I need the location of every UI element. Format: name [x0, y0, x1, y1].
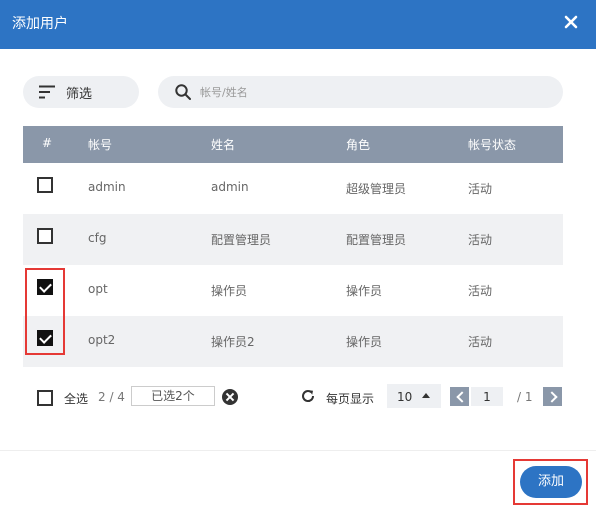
account-cell: cfg: [88, 231, 107, 245]
table-row[interactable]: opt2 操作员2 操作员 活动: [23, 316, 563, 367]
name-cell: admin: [211, 180, 249, 194]
column-header-name[interactable]: 姓名: [211, 136, 235, 153]
account-cell: opt: [88, 282, 108, 296]
column-header-index: #: [42, 136, 53, 150]
row-checkbox[interactable]: [37, 177, 53, 193]
table-row[interactable]: cfg 配置管理员 配置管理员 活动: [23, 214, 563, 265]
table-row[interactable]: opt 操作员 操作员 活动: [23, 265, 563, 316]
status-cell: 活动: [468, 182, 493, 196]
status-cell: 活动: [468, 233, 493, 247]
table-header: # 帐号 姓名 角色 帐号状态: [23, 126, 563, 163]
select-all-label[interactable]: 全选: [64, 390, 88, 407]
page-size-select[interactable]: 10: [387, 384, 441, 408]
name-cell: 操作员: [211, 284, 248, 298]
filter-button[interactable]: 筛选: [23, 76, 139, 108]
add-button[interactable]: 添加: [520, 466, 582, 498]
filter-icon: [39, 85, 55, 99]
selection-highlight-box: [25, 268, 65, 355]
search-input[interactable]: [200, 82, 540, 102]
total-pages: / 1: [517, 390, 533, 404]
role-cell: 操作员: [346, 284, 383, 298]
clear-selection-icon[interactable]: [222, 389, 238, 405]
status-cell: 活动: [468, 335, 493, 349]
search-box[interactable]: [158, 76, 563, 108]
prev-page-button[interactable]: [450, 387, 469, 406]
footer-divider: [0, 450, 596, 451]
pagination-bar: 全选 2 / 4 已选2个 每页显示 10 / 1: [0, 384, 596, 410]
search-icon: [175, 84, 191, 100]
page-number-input[interactable]: [471, 387, 503, 406]
name-cell: 配置管理员: [211, 233, 272, 247]
table-row[interactable]: admin admin 超级管理员 活动: [23, 163, 563, 214]
name-cell: 操作员2: [211, 335, 255, 349]
selection-count: 2 / 4: [98, 390, 125, 404]
row-checkbox[interactable]: [37, 228, 53, 244]
status-cell: 活动: [468, 284, 493, 298]
caret-up-icon: [422, 393, 430, 398]
dialog-title: 添加用户: [12, 16, 68, 32]
close-icon[interactable]: [564, 15, 578, 29]
account-cell: opt2: [88, 333, 116, 347]
role-cell: 配置管理员: [346, 233, 407, 247]
column-header-status[interactable]: 帐号状态: [468, 136, 516, 153]
column-header-role[interactable]: 角色: [346, 136, 370, 153]
role-cell: 超级管理员: [346, 182, 407, 196]
column-header-account[interactable]: 帐号: [88, 136, 112, 153]
next-page-button[interactable]: [543, 387, 562, 406]
dialog-header: 添加用户: [0, 0, 596, 49]
select-all-checkbox[interactable]: [37, 390, 53, 406]
refresh-icon[interactable]: [300, 388, 316, 404]
filter-label: 筛选: [66, 87, 93, 102]
account-cell: admin: [88, 180, 126, 194]
page-size-value: 10: [397, 390, 413, 404]
role-cell: 操作员: [346, 335, 383, 349]
per-page-label: 每页显示: [326, 392, 375, 406]
selected-count-box: 已选2个: [131, 386, 215, 406]
